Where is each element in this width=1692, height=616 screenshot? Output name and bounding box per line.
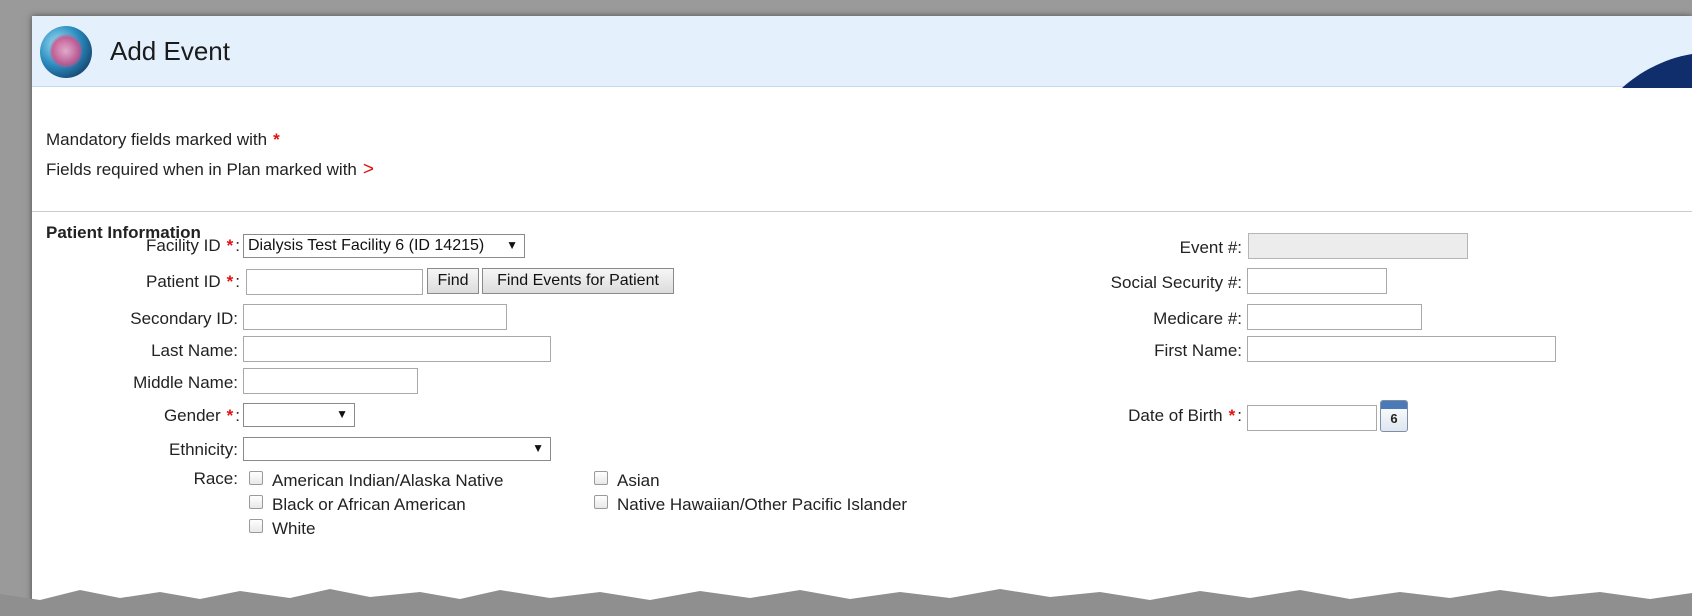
calendar-icon-header	[1381, 401, 1407, 409]
plan-note-text: Fields required when in Plan marked with	[46, 160, 357, 179]
medicare-label: Medicare #:	[1153, 309, 1242, 328]
secondary-id-input[interactable]	[243, 304, 507, 330]
race-checkbox-american-indian[interactable]	[249, 471, 263, 485]
ssn-label: Social Security #:	[1110, 273, 1242, 292]
page-title: Add Event	[110, 36, 230, 66]
secondary-id-label: Secondary ID:	[130, 309, 238, 328]
date-of-birth-input[interactable]	[1247, 405, 1377, 431]
race-option-asian: Asian	[617, 471, 660, 490]
calendar-icon[interactable]: 6	[1380, 400, 1408, 432]
add-event-page: Add Event Mandatory fields marked with * …	[32, 16, 1692, 616]
facility-id-label-text: Facility ID	[146, 236, 221, 255]
mandatory-marker: *	[273, 130, 280, 149]
mandatory-note: Mandatory fields marked with *	[46, 130, 280, 150]
race-checkbox-white[interactable]	[249, 519, 263, 533]
facility-id-required-marker: *	[226, 236, 234, 255]
facility-id-value: Dialysis Test Facility 6 (ID 14215)	[248, 237, 485, 254]
find-button[interactable]: Find	[427, 268, 479, 294]
race-option-white: White	[272, 519, 316, 538]
race-option-american-indian: American Indian/Alaska Native	[272, 471, 504, 490]
date-of-birth-colon: :	[1237, 406, 1242, 425]
patient-id-label-text: Patient ID	[145, 272, 221, 291]
patient-id-colon: :	[235, 272, 240, 291]
gender-label: Gender *:	[102, 406, 240, 426]
medicare-input[interactable]	[1247, 304, 1422, 330]
patient-id-label: Patient ID *:	[102, 272, 240, 292]
date-of-birth-label: Date of Birth *:	[1042, 406, 1242, 426]
gender-required-marker: *	[226, 406, 234, 425]
patient-id-input[interactable]	[246, 269, 423, 295]
plan-marker: >	[362, 159, 374, 180]
race-checkbox-asian[interactable]	[594, 471, 608, 485]
race-checkbox-native-hawaiian[interactable]	[594, 495, 608, 509]
first-name-label: First Name:	[1154, 341, 1242, 360]
gender-colon: :	[235, 406, 240, 425]
torn-edge-decoration	[0, 589, 1692, 616]
ethnicity-label: Ethnicity:	[169, 440, 238, 459]
page-header: Add Event	[32, 16, 1692, 88]
last-name-input[interactable]	[243, 336, 551, 362]
patient-id-required-marker: *	[226, 272, 234, 291]
calendar-icon-day: 6	[1390, 411, 1398, 426]
last-name-label: Last Name:	[151, 341, 238, 360]
date-of-birth-required-marker: *	[1228, 406, 1236, 425]
race-option-black: Black or African American	[272, 495, 466, 514]
ssn-input[interactable]	[1247, 268, 1387, 294]
header-swoosh-decoration	[1622, 54, 1692, 88]
dialysis-logo-icon	[40, 26, 92, 78]
section-divider	[32, 211, 1692, 212]
facility-id-select[interactable]: Dialysis Test Facility 6 (ID 14215) ▼	[243, 234, 525, 258]
date-of-birth-label-text: Date of Birth	[1128, 406, 1223, 425]
race-label: Race:	[193, 469, 238, 488]
dropdown-arrow-icon: ▼	[532, 441, 544, 455]
find-events-for-patient-button[interactable]: Find Events for Patient	[482, 268, 674, 294]
gender-select[interactable]: ▼	[243, 403, 355, 427]
dropdown-arrow-icon: ▼	[336, 407, 348, 421]
middle-name-label: Middle Name:	[133, 373, 238, 392]
dropdown-arrow-icon: ▼	[506, 238, 518, 252]
plan-note: Fields required when in Plan marked with…	[46, 159, 374, 181]
first-name-input[interactable]	[1247, 336, 1556, 362]
race-checkbox-black[interactable]	[249, 495, 263, 509]
facility-id-colon: :	[235, 236, 240, 255]
ethnicity-select[interactable]: ▼	[243, 437, 551, 461]
event-number-label: Event #:	[1179, 238, 1242, 257]
race-option-native-hawaiian: Native Hawaiian/Other Pacific Islander	[617, 495, 908, 514]
screenshot-frame: Add Event Mandatory fields marked with * …	[0, 0, 1692, 616]
facility-id-label: Facility ID *:	[102, 236, 240, 256]
event-number-input	[1248, 233, 1468, 259]
mandatory-note-text: Mandatory fields marked with	[46, 130, 268, 149]
middle-name-input[interactable]	[243, 368, 418, 394]
gender-label-text: Gender	[163, 406, 221, 425]
